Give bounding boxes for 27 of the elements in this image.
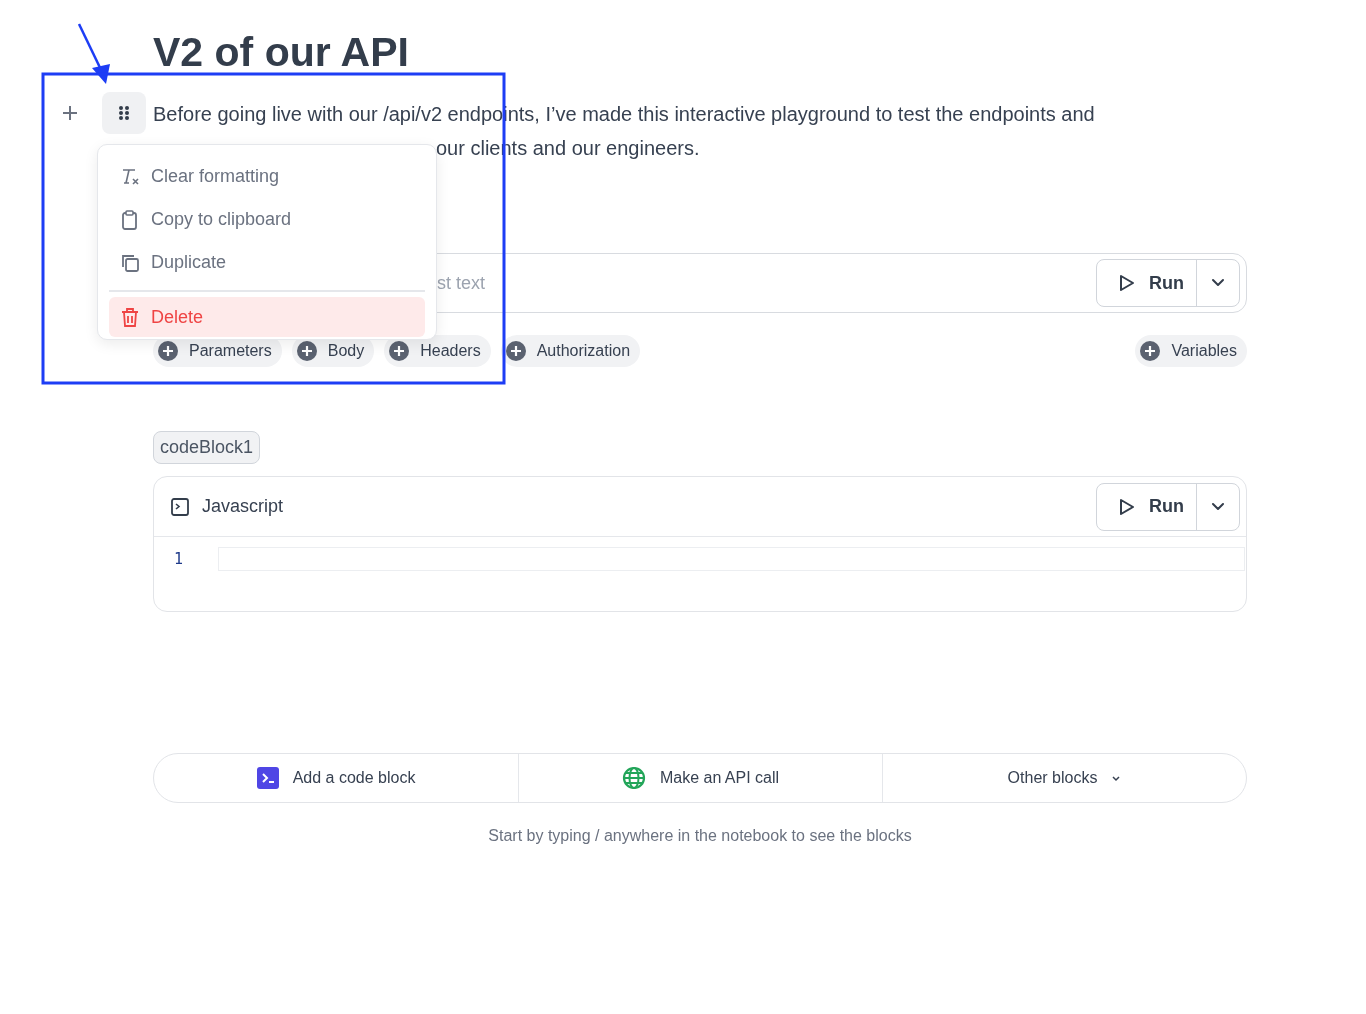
play-icon bbox=[1117, 273, 1137, 293]
terminal-icon bbox=[170, 496, 190, 517]
annotation-arrow bbox=[77, 23, 110, 84]
add-chip[interactable]: Variables bbox=[1135, 335, 1247, 367]
drag-handle-icon bbox=[118, 105, 130, 121]
plus-circle-icon bbox=[504, 340, 527, 362]
hint-text: Start by typing / anywhere in the notebook to see the blocks bbox=[487, 827, 913, 845]
add-chip[interactable]: Headers bbox=[384, 335, 491, 367]
add-block-button[interactable]: Add a code block bbox=[154, 754, 518, 802]
play-icon bbox=[1117, 496, 1137, 517]
code-line-field[interactable] bbox=[218, 547, 1245, 571]
block-name-tag: codeBlock1 bbox=[153, 431, 261, 464]
page-title: V2 of our API bbox=[153, 28, 410, 76]
language-label: Javascript bbox=[202, 496, 285, 517]
menu-item[interactable]: Clear formatting bbox=[109, 155, 425, 198]
globe-icon bbox=[621, 766, 646, 790]
chevron-down-icon bbox=[1111, 773, 1122, 783]
plus-circle-icon bbox=[1139, 340, 1162, 362]
line-number: 1 bbox=[174, 549, 185, 570]
drag-handle[interactable] bbox=[102, 92, 146, 134]
add-block-button[interactable]: Other blocks bbox=[882, 754, 1246, 802]
menu-item[interactable]: Copy to clipboard bbox=[109, 198, 425, 241]
trash-icon bbox=[119, 306, 141, 328]
terminal-icon bbox=[256, 767, 279, 789]
add-block-button[interactable]: Make an API call bbox=[518, 754, 882, 802]
plus-icon bbox=[60, 103, 80, 123]
add-chip[interactable]: Authorization bbox=[500, 335, 641, 367]
